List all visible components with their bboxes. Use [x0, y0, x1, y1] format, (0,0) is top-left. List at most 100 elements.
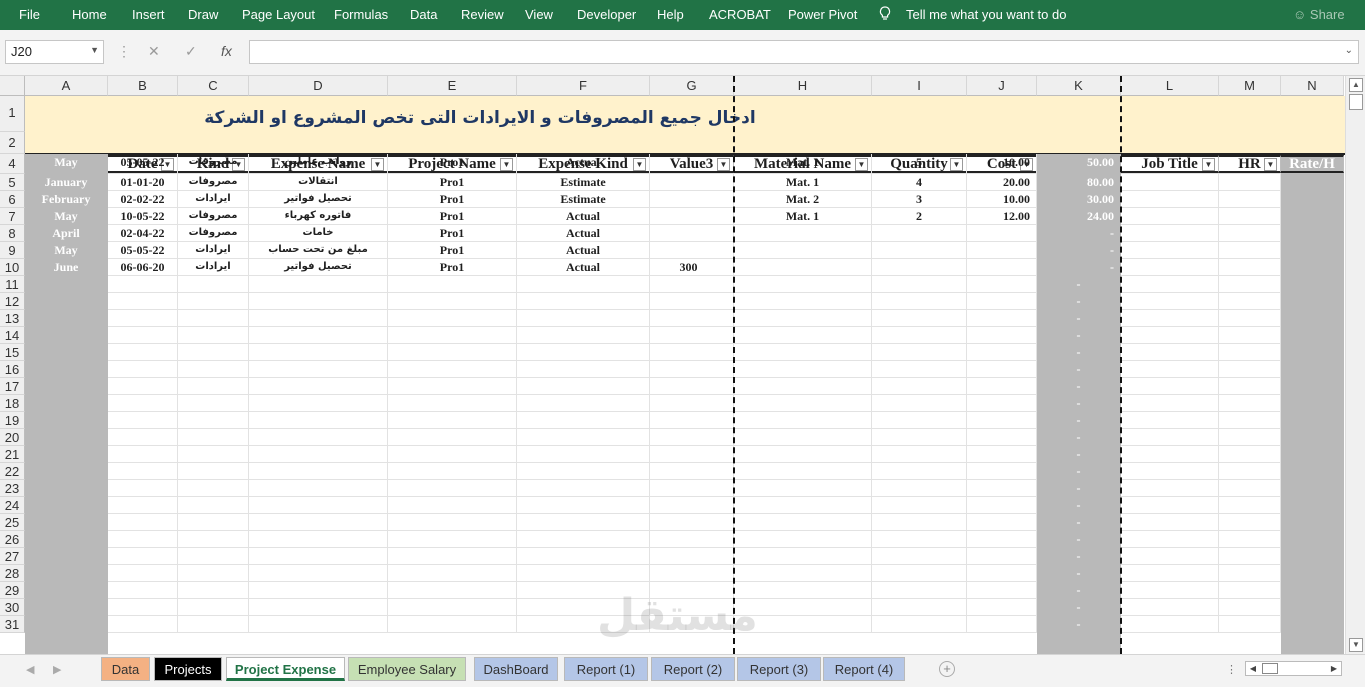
cell[interactable]: [178, 412, 249, 429]
cell[interactable]: [734, 463, 872, 480]
data-cell-expense-name[interactable]: مبلغ من تحت حساب: [249, 242, 388, 259]
cell[interactable]: [108, 463, 178, 480]
cell[interactable]: [650, 395, 734, 412]
cell[interactable]: [872, 344, 967, 361]
cell[interactable]: [108, 582, 178, 599]
cell[interactable]: [872, 327, 967, 344]
cell[interactable]: [108, 446, 178, 463]
row-header-17[interactable]: 17: [0, 378, 25, 395]
menu-file[interactable]: File: [19, 7, 40, 22]
sheet-tab-data[interactable]: Data: [101, 657, 150, 681]
cell[interactable]: [388, 276, 517, 293]
filter-dropdown-icon[interactable]: ▼: [717, 158, 730, 171]
menu-draw[interactable]: Draw: [188, 7, 218, 22]
value1-empty-cell[interactable]: -: [1037, 599, 1121, 616]
name-box[interactable]: J20 ▼: [5, 40, 104, 64]
cell[interactable]: [1121, 361, 1219, 378]
cell[interactable]: [967, 344, 1037, 361]
data-cell-month[interactable]: February: [25, 191, 108, 208]
cell[interactable]: [1121, 582, 1219, 599]
cell[interactable]: [967, 582, 1037, 599]
cell[interactable]: [872, 242, 967, 259]
cell[interactable]: [734, 242, 872, 259]
cell[interactable]: [1219, 259, 1281, 276]
data-cell-expense-kind[interactable]: Actual: [517, 154, 650, 174]
data-cell-expense-name[interactable]: رواتب عاملين: [249, 154, 388, 174]
row-header-30[interactable]: 30: [0, 599, 25, 616]
row-header-24[interactable]: 24: [0, 497, 25, 514]
column-header-f[interactable]: F: [517, 76, 650, 96]
data-cell-material-name[interactable]: Mat. 1: [734, 154, 872, 174]
cell[interactable]: [734, 480, 872, 497]
cell[interactable]: [872, 548, 967, 565]
cell[interactable]: [1121, 480, 1219, 497]
cell[interactable]: [872, 582, 967, 599]
cell[interactable]: [249, 463, 388, 480]
cell[interactable]: [734, 497, 872, 514]
value1-empty-cell[interactable]: -: [1037, 514, 1121, 531]
row-header-14[interactable]: 14: [0, 327, 25, 344]
cell[interactable]: [650, 446, 734, 463]
cell[interactable]: [872, 429, 967, 446]
cell[interactable]: [1219, 531, 1281, 548]
cell[interactable]: [967, 259, 1037, 276]
sheet-tab-projects[interactable]: Projects: [154, 657, 222, 681]
next-sheet-icon[interactable]: ▶: [53, 663, 61, 676]
cell[interactable]: [650, 565, 734, 582]
cell[interactable]: [108, 344, 178, 361]
menu-insert[interactable]: Insert: [132, 7, 165, 22]
spreadsheet-grid[interactable]: ABCDEFGHIJKLMN12345678910111213141516171…: [0, 76, 1345, 654]
data-cell-material-name[interactable]: Mat. 1: [734, 174, 872, 191]
cell[interactable]: [178, 463, 249, 480]
cell[interactable]: [650, 293, 734, 310]
cell[interactable]: [1121, 310, 1219, 327]
cell[interactable]: [872, 514, 967, 531]
cell[interactable]: [249, 514, 388, 531]
cell[interactable]: [872, 412, 967, 429]
cell[interactable]: [967, 293, 1037, 310]
cell[interactable]: [650, 208, 734, 225]
menu-help[interactable]: Help: [657, 7, 684, 22]
row-header-21[interactable]: 21: [0, 446, 25, 463]
cell[interactable]: [967, 242, 1037, 259]
cell[interactable]: [108, 480, 178, 497]
cell[interactable]: [872, 497, 967, 514]
cell[interactable]: [388, 446, 517, 463]
value1-empty-cell[interactable]: -: [1037, 327, 1121, 344]
data-cell-kind[interactable]: ايرادات: [178, 191, 249, 208]
cell[interactable]: [872, 446, 967, 463]
cell[interactable]: [108, 565, 178, 582]
sheet-tab-report-3-[interactable]: Report (3): [737, 657, 821, 681]
cell[interactable]: [1121, 293, 1219, 310]
data-cell-kind[interactable]: ايرادات: [178, 242, 249, 259]
scroll-up-icon[interactable]: ▲: [1349, 78, 1363, 92]
cell[interactable]: [1219, 446, 1281, 463]
cell[interactable]: [1219, 480, 1281, 497]
cell[interactable]: [1121, 344, 1219, 361]
cell[interactable]: [1219, 497, 1281, 514]
cell[interactable]: [734, 429, 872, 446]
column-header-e[interactable]: E: [388, 76, 517, 96]
cell[interactable]: [108, 395, 178, 412]
cell[interactable]: [108, 514, 178, 531]
sheet-tab-employee-salary[interactable]: Employee Salary: [348, 657, 466, 681]
cell[interactable]: [178, 344, 249, 361]
row-header-9[interactable]: 9: [0, 242, 25, 259]
cell[interactable]: [872, 225, 967, 242]
menu-developer[interactable]: Developer: [577, 7, 636, 22]
value1-empty-cell[interactable]: -: [1037, 463, 1121, 480]
cell[interactable]: [178, 565, 249, 582]
cell[interactable]: [178, 361, 249, 378]
cell[interactable]: [1219, 191, 1281, 208]
cell[interactable]: [967, 514, 1037, 531]
cell[interactable]: [1121, 463, 1219, 480]
value1-empty-cell[interactable]: -: [1037, 497, 1121, 514]
data-cell-cost[interactable]: 10.00: [967, 154, 1037, 174]
data-cell-date[interactable]: 05-05-22: [108, 242, 178, 259]
cell[interactable]: [650, 191, 734, 208]
scroll-thumb[interactable]: [1349, 94, 1363, 110]
data-cell-kind[interactable]: مصروفات: [178, 208, 249, 225]
cell[interactable]: [388, 531, 517, 548]
cell[interactable]: [967, 599, 1037, 616]
cell[interactable]: [1219, 378, 1281, 395]
